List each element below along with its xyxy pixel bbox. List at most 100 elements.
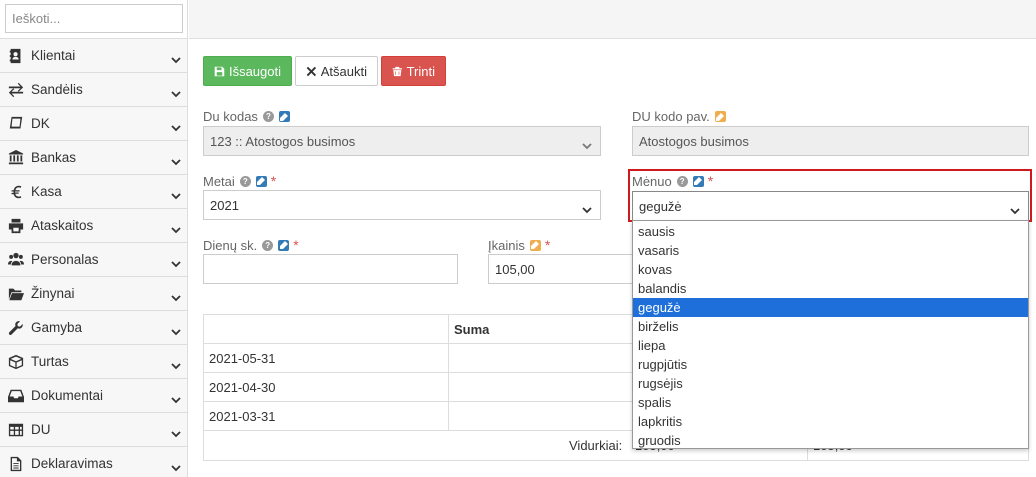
- du-kodas-label-group: Du kodas ?: [203, 109, 290, 124]
- sidebar-item-dk[interactable]: DK: [0, 107, 187, 141]
- menuo-select[interactable]: gegužė: [632, 191, 1029, 221]
- dienu-sk-input[interactable]: [203, 254, 458, 284]
- edit-icon[interactable]: [692, 175, 704, 187]
- dropdown-option[interactable]: vasaris: [633, 241, 1028, 260]
- delete-button[interactable]: Trinti: [381, 56, 446, 86]
- metai-value: 2021: [210, 197, 239, 213]
- edit-icon[interactable]: [278, 111, 290, 122]
- chevron-down-icon: [171, 154, 181, 166]
- table-cell-date: 2021-03-31: [209, 408, 276, 424]
- sidebar-item-dokumentai[interactable]: Dokumentai: [0, 379, 187, 413]
- cube-icon: [5, 353, 27, 371]
- menuo-value: gegužė: [639, 198, 682, 214]
- du-kodo-pav-value: Atostogos busimos: [639, 133, 749, 149]
- sidebar-item-label: Klientai: [31, 48, 76, 63]
- ikainis-label: Įkainis: [488, 237, 525, 253]
- save-button[interactable]: Išsaugoti: [203, 56, 292, 86]
- sidebar-item-sandelis[interactable]: Sandėlis: [0, 73, 187, 107]
- month-dropdown-list[interactable]: sausis vasaris kovas balandis gegužė birželis…: [632, 220, 1029, 449]
- du-kodo-pav-field[interactable]: Atostogos busimos: [632, 126, 1029, 156]
- contact-card-icon: [5, 47, 27, 65]
- menuo-label: Mėnuo: [632, 173, 672, 189]
- sidebar-item-klientai[interactable]: Klientai: [0, 39, 187, 73]
- chevron-down-icon: [171, 188, 181, 200]
- table-header-suma: Suma: [454, 321, 490, 337]
- sidebar-item-ataskaitos[interactable]: Ataskaitos: [0, 209, 187, 243]
- sidebar-item-label: DK: [31, 116, 50, 131]
- ikainis-label-group: Įkainis *: [488, 237, 550, 253]
- chevron-down-icon: [171, 120, 181, 132]
- sidebar-item-du[interactable]: DU: [0, 413, 187, 447]
- sidebar-item-deklaravimas[interactable]: Deklaravimas: [0, 447, 187, 477]
- chevron-down-icon: [171, 222, 181, 234]
- chevron-down-icon: [171, 86, 181, 98]
- sidebar-item-label: Ataskaitos: [31, 218, 94, 233]
- sidebar-item-personalas[interactable]: Personalas: [0, 243, 187, 277]
- chevron-down-icon: [171, 290, 181, 302]
- edit-icon[interactable]: [255, 175, 267, 187]
- dropdown-option[interactable]: liepa: [633, 336, 1028, 355]
- edit-icon[interactable]: [529, 239, 541, 251]
- dropdown-option[interactable]: gegužė: [633, 298, 1028, 317]
- help-icon[interactable]: ?: [676, 175, 688, 187]
- du-kodo-pav-label: DU kodo pav.: [632, 109, 710, 124]
- sidebar-item-label: Kasa: [31, 184, 62, 199]
- exchange-arrows-icon: [5, 81, 27, 99]
- required-mark: *: [270, 173, 277, 189]
- dropdown-option[interactable]: sausis: [633, 222, 1028, 241]
- cancel-button[interactable]: Atšaukti: [295, 56, 378, 86]
- chevron-down-icon: [582, 138, 592, 150]
- chevron-down-icon: [171, 392, 181, 404]
- required-mark: *: [707, 173, 714, 189]
- search-input[interactable]: [5, 4, 183, 33]
- du-kodas-label: Du kodas: [203, 109, 258, 124]
- sidebar-item-kasa[interactable]: Kasa: [0, 175, 187, 209]
- required-mark: *: [544, 237, 551, 253]
- users-icon: [5, 251, 27, 269]
- chevron-down-icon: [171, 256, 181, 268]
- sidebar-item-label: Turtas: [31, 354, 69, 369]
- sidebar-item-turtas[interactable]: Turtas: [0, 345, 187, 379]
- print-icon: [5, 217, 27, 235]
- metai-label-group: Metai ? *: [203, 173, 276, 189]
- sidebar: Klientai Sandėlis DK Bankas Kasa Ataskaitos Pe…: [0, 0, 188, 477]
- dropdown-option[interactable]: birželis: [633, 317, 1028, 336]
- top-bar: [189, 0, 1036, 39]
- dropdown-option[interactable]: rugsėjis: [633, 374, 1028, 393]
- chevron-down-icon: [171, 426, 181, 438]
- menuo-label-group: Mėnuo ? *: [632, 173, 713, 189]
- file-text-icon: [5, 455, 27, 473]
- euro-icon: [5, 183, 27, 201]
- sidebar-item-label: DU: [31, 422, 51, 437]
- sidebar-item-label: Deklaravimas: [31, 456, 113, 471]
- dropdown-option[interactable]: gruodis: [633, 431, 1028, 450]
- chevron-down-icon: [171, 460, 181, 472]
- sidebar-item-label: Personalas: [31, 252, 99, 267]
- help-icon[interactable]: ?: [239, 175, 251, 187]
- dropdown-option[interactable]: rugpjūtis: [633, 355, 1028, 374]
- edit-icon[interactable]: [278, 239, 290, 251]
- chevron-down-icon: [171, 52, 181, 64]
- dropdown-option[interactable]: balandis: [633, 279, 1028, 298]
- table-icon: [5, 421, 27, 439]
- sidebar-search-wrap: [0, 0, 187, 39]
- sidebar-item-zinynai[interactable]: Žinynai: [0, 277, 187, 311]
- sidebar-item-bankas[interactable]: Bankas: [0, 141, 187, 175]
- bank-icon: [5, 149, 27, 167]
- help-icon[interactable]: ?: [262, 239, 274, 251]
- edit-icon[interactable]: [714, 111, 726, 122]
- sidebar-item-gamyba[interactable]: Gamyba: [0, 311, 187, 345]
- du-kodas-select[interactable]: 123 :: Atostogos busimos: [203, 126, 601, 156]
- dienu-sk-label: Dienų sk.: [203, 237, 258, 253]
- chevron-down-icon: [582, 202, 592, 214]
- save-button-label: Išsaugoti: [228, 63, 281, 79]
- ikainis-input[interactable]: 105,00: [488, 254, 638, 284]
- dropdown-option[interactable]: spalis: [633, 393, 1028, 412]
- ikainis-value: 105,00: [495, 261, 535, 277]
- sidebar-item-label: Bankas: [31, 150, 77, 165]
- dropdown-option[interactable]: kovas: [633, 260, 1028, 279]
- metai-select[interactable]: 2021: [203, 190, 601, 220]
- wrench-icon: [5, 319, 27, 337]
- help-icon[interactable]: ?: [262, 111, 274, 122]
- dropdown-option[interactable]: lapkritis: [633, 412, 1028, 431]
